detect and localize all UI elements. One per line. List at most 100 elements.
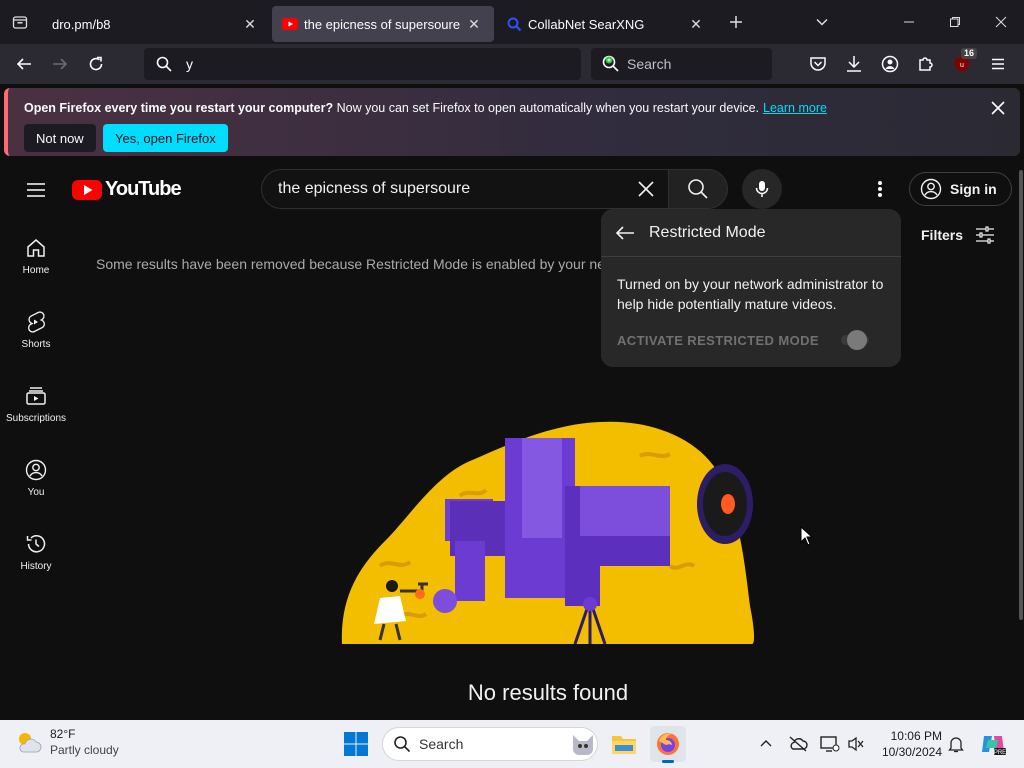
youtube-search-button[interactable] [668, 169, 728, 209]
learn-more-link[interactable]: Learn more [763, 101, 827, 115]
firefox-icon [657, 733, 679, 755]
tab-strip: dro.pm/b8 ✕ the epicness of supersoure -… [0, 0, 1024, 44]
sidebar-item-shorts[interactable]: Shorts [0, 296, 72, 364]
hamburger-menu-icon [27, 183, 45, 197]
navigation-toolbar: y Search u 16 [0, 44, 1024, 84]
url-bar[interactable]: y [144, 48, 581, 80]
no-results-text: No results found [467, 680, 629, 705]
file-explorer-button[interactable] [606, 726, 642, 762]
pocket-button[interactable] [800, 48, 836, 80]
restricted-mode-toggle[interactable] [837, 330, 873, 350]
sidebar-item-you[interactable]: You [0, 444, 72, 512]
volume-tray-icon[interactable] [844, 732, 868, 756]
firefox-view-icon [12, 16, 28, 29]
plus-icon [730, 16, 742, 28]
search-query: the epicness of supersoure [278, 180, 471, 197]
url-text: y [186, 56, 193, 72]
weather-condition: Partly cloudy [50, 743, 119, 757]
puzzle-icon [919, 57, 933, 71]
copilot-button[interactable]: PRE [978, 732, 1008, 756]
system-clock[interactable]: 10:06 PM 10/30/2024 [874, 728, 942, 760]
start-button[interactable] [343, 731, 369, 757]
close-icon [995, 16, 1007, 28]
temperature: 82°F [50, 727, 76, 741]
clear-search-button[interactable] [634, 177, 658, 201]
search-icon [688, 179, 708, 199]
ublock-extension-button[interactable]: u 16 [944, 48, 980, 80]
mouse-cursor-icon [800, 526, 814, 546]
taskbar-search[interactable]: Search [382, 727, 598, 761]
sign-in-button[interactable]: Sign in [909, 172, 1012, 206]
show-hidden-icons-button[interactable] [754, 732, 778, 756]
page-scrollbar[interactable] [1018, 160, 1024, 720]
onedrive-tray-icon[interactable] [786, 732, 810, 756]
no-results-illustration [341, 421, 755, 645]
windows-taskbar: 82°F Partly cloudy Search 10:06 PM 10/30… [0, 720, 1024, 768]
network-monitor-icon [820, 736, 840, 752]
not-now-button[interactable]: Not now [24, 124, 96, 152]
weather-widget[interactable]: 82°F Partly cloudy [14, 726, 119, 758]
new-tab-button[interactable] [716, 4, 756, 40]
tab-youtube[interactable]: the epicness of supersoure - You ✕ [272, 6, 494, 42]
extensions-button[interactable] [908, 48, 944, 80]
sidebar-item-subscriptions[interactable]: Subscriptions [0, 370, 72, 438]
default-browser-notification: Open Firefox every time you restart your… [4, 88, 1020, 156]
app-menu-button[interactable] [980, 48, 1016, 80]
close-window-button[interactable] [978, 0, 1024, 44]
you-icon [25, 459, 47, 480]
chevron-up-icon [760, 740, 772, 747]
restore-button[interactable] [932, 0, 978, 44]
search-bar[interactable]: Search [591, 48, 772, 80]
pocket-icon [810, 57, 826, 71]
svg-text:u: u [960, 62, 964, 69]
voice-search-button[interactable] [742, 169, 782, 209]
restricted-mode-description: Turned on by your network administrator … [617, 276, 884, 312]
subscriptions-icon [26, 386, 46, 405]
activate-restricted-mode-label: ACTIVATE RESTRICTED MODE [617, 333, 819, 348]
guide-menu-button[interactable] [24, 178, 48, 202]
youtube-search-input[interactable]: the epicness of supersoure [261, 169, 669, 209]
history-icon [26, 534, 46, 553]
notifications-button[interactable] [944, 732, 968, 756]
tab-dro[interactable]: dro.pm/b8 ✕ [42, 6, 270, 42]
notification-message: Open Firefox every time you restart your… [24, 101, 827, 115]
account-button[interactable] [872, 48, 908, 80]
reload-button[interactable] [78, 48, 114, 80]
close-notification-button[interactable] [988, 98, 1008, 118]
minimize-icon [904, 21, 914, 23]
account-icon [920, 178, 942, 200]
restore-icon [950, 17, 960, 27]
search-icon [156, 56, 172, 72]
account-icon [881, 55, 899, 73]
yes-open-firefox-button[interactable]: Yes, open Firefox [103, 124, 228, 152]
back-button[interactable] [6, 48, 42, 80]
settings-menu-button[interactable] [868, 177, 892, 201]
firefox-view-button[interactable] [0, 0, 40, 44]
clock-time: 10:06 PM [890, 729, 942, 743]
copilot-icon: PRE [982, 736, 1006, 756]
filter-sliders-icon [976, 226, 995, 244]
restricted-notice: Some results have been removed because R… [96, 256, 606, 272]
network-tray-icon[interactable] [818, 732, 842, 756]
sidebar-item-history[interactable]: History [0, 518, 72, 586]
minimize-button[interactable] [886, 0, 932, 44]
microphone-icon [755, 181, 769, 197]
youtube-favicon-icon [282, 18, 298, 30]
downloads-button[interactable] [836, 48, 872, 80]
close-icon[interactable]: ✕ [464, 14, 484, 34]
bell-icon [948, 737, 964, 753]
tab-searxng[interactable]: CollabNet SearXNG ✕ [496, 6, 716, 42]
youtube-logo-icon [72, 179, 102, 200]
youtube-logo[interactable]: YouTube [72, 178, 182, 201]
filters-button[interactable]: Filters [921, 226, 995, 244]
close-icon[interactable]: ✕ [240, 14, 260, 34]
sidebar-item-home[interactable]: Home [0, 222, 72, 290]
partly-cloudy-icon [19, 733, 42, 753]
list-all-tabs-button[interactable] [802, 4, 842, 40]
close-icon[interactable]: ✕ [686, 14, 706, 34]
forward-button[interactable] [42, 48, 78, 80]
arrow-right-icon [53, 58, 68, 70]
folder-icon [612, 736, 636, 754]
arrow-back-icon[interactable] [615, 223, 635, 243]
firefox-taskbar-button[interactable] [650, 726, 686, 763]
